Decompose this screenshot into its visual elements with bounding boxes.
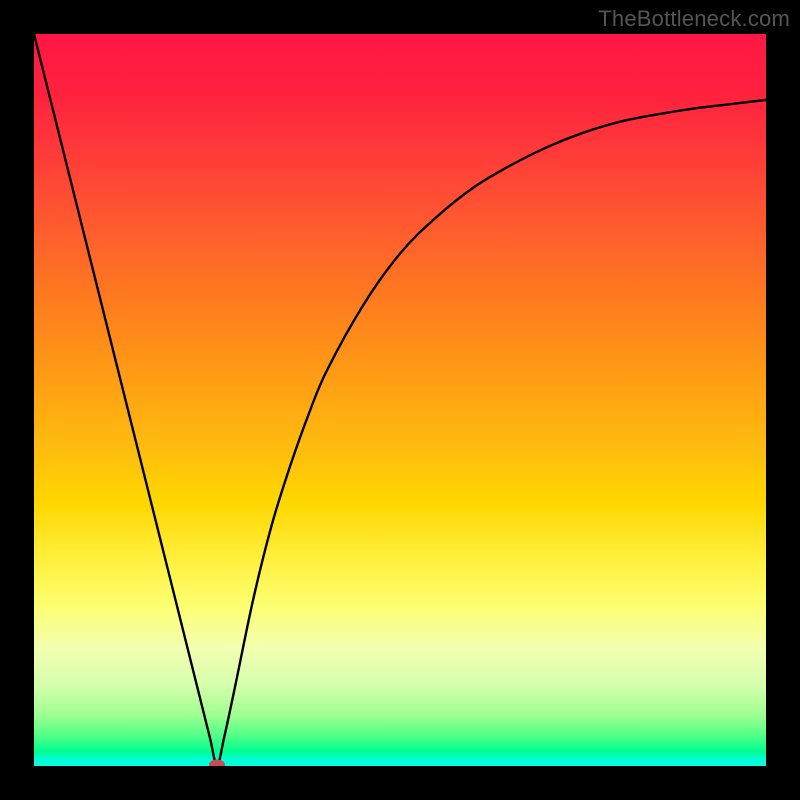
plot-area xyxy=(34,34,766,766)
chart-frame: TheBottleneck.com xyxy=(0,0,800,800)
watermark-text: TheBottleneck.com xyxy=(598,6,790,32)
chart-svg xyxy=(34,34,766,766)
minimum-marker xyxy=(209,760,225,766)
curve-line xyxy=(34,34,766,765)
